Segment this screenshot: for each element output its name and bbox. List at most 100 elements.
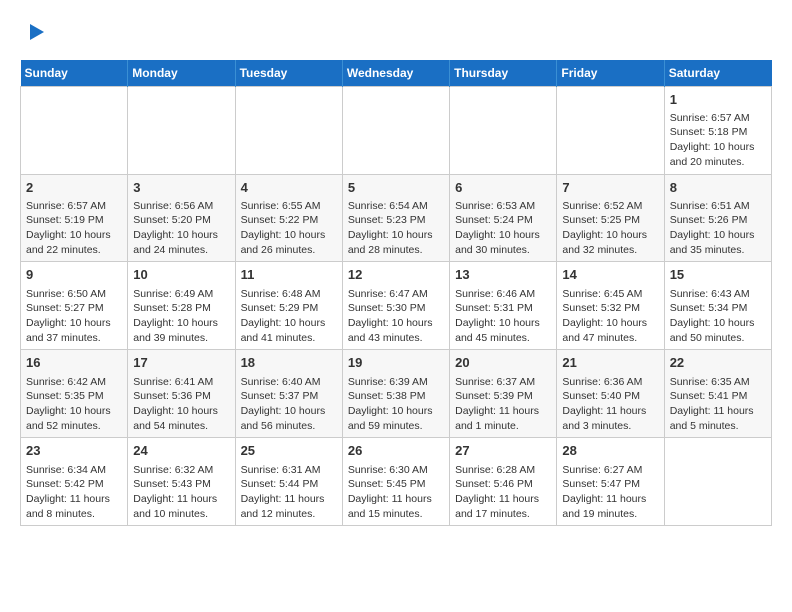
logo-triangle-icon: [22, 20, 46, 44]
day-info: Sunrise: 6:32 AM: [133, 463, 229, 478]
calendar-cell: [21, 86, 128, 174]
day-number: 24: [133, 442, 229, 460]
calendar-cell: 18 Sunrise: 6:40 AMSunset: 5:37 PMDayligh…: [235, 350, 342, 438]
day-info: Sunrise: 6:55 AM: [241, 199, 337, 214]
day-info: Daylight: 11 hours and 12 minutes.: [241, 492, 337, 521]
day-info: Sunset: 5:29 PM: [241, 301, 337, 316]
calendar-cell: 13Sunrise: 6:46 AMSunset: 5:31 PMDayligh…: [450, 262, 557, 350]
day-info: Sunrise: 6:49 AM: [133, 287, 229, 302]
day-info: Daylight: 10 hours and 45 minutes.: [455, 316, 551, 345]
day-info: Sunset: 5:32 PM: [562, 301, 658, 316]
logo: [20, 20, 46, 50]
calendar-cell: 15Sunrise: 6:43 AMSunset: 5:34 PMDayligh…: [664, 262, 771, 350]
day-info: Sunset: 5:46 PM: [455, 477, 551, 492]
day-number: 21: [562, 354, 658, 372]
calendar-cell: 12Sunrise: 6:47 AMSunset: 5:30 PMDayligh…: [342, 262, 449, 350]
day-info: Daylight: 10 hours and 59 minutes.: [348, 404, 444, 433]
day-info: Sunset: 5:39 PM: [455, 389, 551, 404]
day-info: Daylight: 11 hours and 5 minutes.: [670, 404, 766, 433]
day-info: Sunset: 5:18 PM: [670, 125, 766, 140]
day-number: 22: [670, 354, 766, 372]
day-info: Sunset: 5:30 PM: [348, 301, 444, 316]
day-info: Sunset: 5:47 PM: [562, 477, 658, 492]
calendar-cell: 8Sunrise: 6:51 AMSunset: 5:26 PMDaylight…: [664, 174, 771, 262]
day-info: Daylight: 10 hours and 20 minutes.: [670, 140, 766, 169]
day-info: Daylight: 11 hours and 17 minutes.: [455, 492, 551, 521]
day-number: 20: [455, 354, 551, 372]
day-info: Daylight: 10 hours and 47 minutes.: [562, 316, 658, 345]
calendar-cell: 26Sunrise: 6:30 AMSunset: 5:45 PMDayligh…: [342, 438, 449, 526]
day-info: Sunrise: 6:45 AM: [562, 287, 658, 302]
day-info: Sunset: 5:22 PM: [241, 213, 337, 228]
day-info: Sunrise: 6:40 AM: [241, 375, 337, 390]
calendar-cell: [342, 86, 449, 174]
day-number: 7: [562, 179, 658, 197]
day-info: Sunset: 5:38 PM: [348, 389, 444, 404]
day-info: Sunrise: 6:34 AM: [26, 463, 122, 478]
day-info: Daylight: 11 hours and 19 minutes.: [562, 492, 658, 521]
day-info: Daylight: 10 hours and 35 minutes.: [670, 228, 766, 257]
calendar-week-row: 23Sunrise: 6:34 AMSunset: 5:42 PMDayligh…: [21, 438, 772, 526]
calendar-week-row: 1Sunrise: 6:57 AMSunset: 5:18 PMDaylight…: [21, 86, 772, 174]
calendar-week-row: 2Sunrise: 6:57 AMSunset: 5:19 PMDaylight…: [21, 174, 772, 262]
day-info: Sunrise: 6:36 AM: [562, 375, 658, 390]
calendar-cell: 19Sunrise: 6:39 AMSunset: 5:38 PMDayligh…: [342, 350, 449, 438]
calendar-cell: [128, 86, 235, 174]
day-info: Daylight: 10 hours and 32 minutes.: [562, 228, 658, 257]
day-info: Sunrise: 6:31 AM: [241, 463, 337, 478]
calendar-cell: 7Sunrise: 6:52 AMSunset: 5:25 PMDaylight…: [557, 174, 664, 262]
weekday-header: Tuesday: [235, 60, 342, 87]
day-number: 2: [26, 179, 122, 197]
day-info: Sunrise: 6:52 AM: [562, 199, 658, 214]
day-info: Sunset: 5:41 PM: [670, 389, 766, 404]
day-info: Daylight: 11 hours and 10 minutes.: [133, 492, 229, 521]
weekday-header: Thursday: [450, 60, 557, 87]
day-number: 16: [26, 354, 122, 372]
calendar-cell: 3Sunrise: 6:56 AMSunset: 5:20 PMDaylight…: [128, 174, 235, 262]
weekday-header: Sunday: [21, 60, 128, 87]
day-info: Sunset: 5:34 PM: [670, 301, 766, 316]
day-info: Sunset: 5:36 PM: [133, 389, 229, 404]
day-info: Daylight: 10 hours and 30 minutes.: [455, 228, 551, 257]
day-info: Sunrise: 6:37 AM: [455, 375, 551, 390]
day-info: Daylight: 10 hours and 39 minutes.: [133, 316, 229, 345]
day-info: Sunrise: 6:56 AM: [133, 199, 229, 214]
day-info: Sunrise: 6:27 AM: [562, 463, 658, 478]
calendar-cell: [450, 86, 557, 174]
day-number: 4: [241, 179, 337, 197]
day-info: Sunset: 5:28 PM: [133, 301, 229, 316]
calendar-cell: 14Sunrise: 6:45 AMSunset: 5:32 PMDayligh…: [557, 262, 664, 350]
day-number: 9: [26, 266, 122, 284]
day-info: Sunrise: 6:35 AM: [670, 375, 766, 390]
day-info: Daylight: 10 hours and 22 minutes.: [26, 228, 122, 257]
calendar-cell: 27Sunrise: 6:28 AMSunset: 5:46 PMDayligh…: [450, 438, 557, 526]
day-info: Daylight: 10 hours and 54 minutes.: [133, 404, 229, 433]
day-info: Sunrise: 6:39 AM: [348, 375, 444, 390]
weekday-header: Saturday: [664, 60, 771, 87]
day-info: Sunrise: 6:28 AM: [455, 463, 551, 478]
calendar-cell: 24 Sunrise: 6:32 AMSunset: 5:43 PMDayligh…: [128, 438, 235, 526]
day-info: Daylight: 10 hours and 56 minutes.: [241, 404, 337, 433]
day-info: Sunrise: 6:47 AM: [348, 287, 444, 302]
day-info: Sunrise: 6:51 AM: [670, 199, 766, 214]
day-number: 11: [241, 266, 337, 284]
day-info: Sunrise: 6:30 AM: [348, 463, 444, 478]
day-info: Daylight: 11 hours and 8 minutes.: [26, 492, 122, 521]
day-info: Daylight: 11 hours and 1 minute.: [455, 404, 551, 433]
calendar-table: SundayMondayTuesdayWednesdayThursdayFrid…: [20, 60, 772, 527]
day-info: Daylight: 10 hours and 41 minutes.: [241, 316, 337, 345]
day-info: Sunrise: 6:43 AM: [670, 287, 766, 302]
day-info: Sunset: 5:27 PM: [26, 301, 122, 316]
day-info: Sunset: 5:43 PM: [133, 477, 229, 492]
calendar-cell: 11Sunrise: 6:48 AMSunset: 5:29 PMDayligh…: [235, 262, 342, 350]
day-number: 13: [455, 266, 551, 284]
calendar-cell: 17Sunrise: 6:41 AMSunset: 5:36 PMDayligh…: [128, 350, 235, 438]
day-info: Sunset: 5:44 PM: [241, 477, 337, 492]
day-number: 5: [348, 179, 444, 197]
day-info: Sunset: 5:42 PM: [26, 477, 122, 492]
day-info: Sunrise: 6:46 AM: [455, 287, 551, 302]
day-number: 18: [241, 354, 337, 372]
calendar-cell: [235, 86, 342, 174]
calendar-cell: 10Sunrise: 6:49 AMSunset: 5:28 PMDayligh…: [128, 262, 235, 350]
day-info: Sunset: 5:37 PM: [241, 389, 337, 404]
